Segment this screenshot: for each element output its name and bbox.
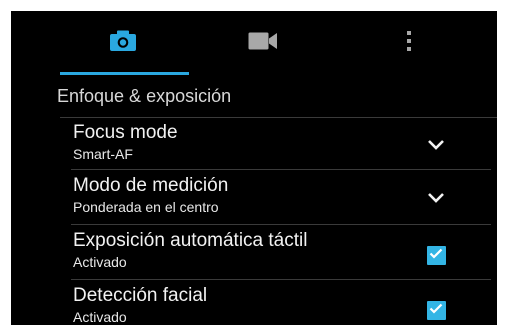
dropdown-toggle[interactable] — [424, 135, 448, 159]
row-divider — [71, 224, 491, 225]
checkbox-checked — [426, 245, 446, 265]
tab-more-options[interactable] — [337, 11, 481, 75]
chevron-down-icon — [427, 138, 445, 156]
camera-icon — [109, 30, 137, 57]
setting-value: Activado — [73, 309, 127, 325]
setting-title: Detección facial — [73, 285, 208, 306]
settings-tab-bar — [11, 11, 497, 75]
tab-video[interactable] — [197, 11, 329, 75]
checkmark-icon — [429, 246, 443, 264]
checkbox[interactable] — [424, 243, 448, 267]
checkmark-icon — [429, 301, 443, 319]
video-camera-icon — [248, 32, 278, 55]
section-divider — [60, 117, 497, 118]
checkbox[interactable] — [424, 298, 448, 322]
more-vert-icon — [406, 30, 412, 57]
setting-face-detection[interactable]: Detección facial Activado — [11, 284, 497, 325]
setting-touch-auto-exposure[interactable]: Exposición automática táctil Activado — [11, 229, 497, 282]
setting-value: Activado — [73, 254, 127, 270]
active-tab-indicator — [60, 72, 189, 75]
setting-value: Smart-AF — [73, 146, 133, 162]
setting-title: Focus mode — [73, 122, 178, 143]
tab-camera[interactable] — [57, 11, 189, 75]
row-divider — [71, 169, 491, 170]
setting-focus-mode[interactable]: Focus mode Smart-AF — [11, 121, 497, 174]
checkbox-checked — [426, 300, 446, 320]
setting-value: Ponderada en el centro — [73, 199, 219, 215]
row-divider — [71, 279, 491, 280]
setting-metering-mode[interactable]: Modo de medición Ponderada en el centro — [11, 174, 497, 227]
setting-title: Modo de medición — [73, 175, 229, 196]
camera-settings-panel: Enfoque & exposición Focus mode Smart-AF… — [11, 11, 497, 325]
setting-title: Exposición automática táctil — [73, 230, 308, 251]
dropdown-toggle[interactable] — [424, 188, 448, 212]
chevron-down-icon — [427, 191, 445, 209]
section-header: Enfoque & exposición — [57, 86, 232, 106]
